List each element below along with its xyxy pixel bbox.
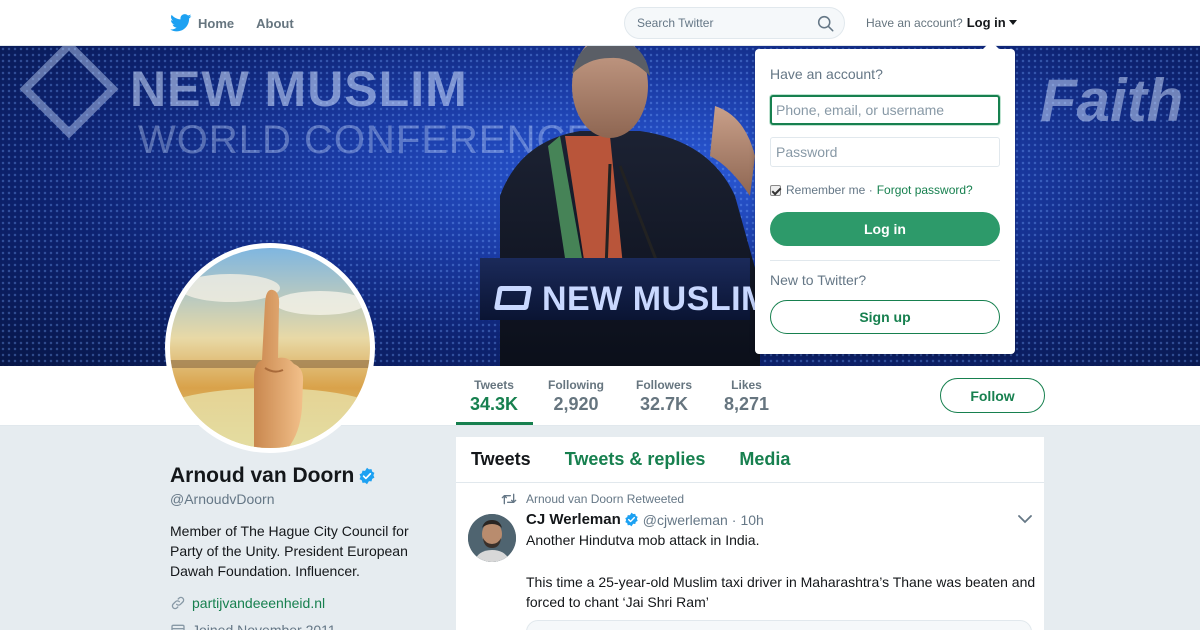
stat-likes[interactable]: Likes 8,271 [724, 378, 769, 415]
retweet-context: Arnoud van Doorn Retweeted [501, 491, 1029, 507]
signup-button[interactable]: Sign up [770, 300, 1000, 334]
profile-website: partijvandeeenheid.nl [170, 595, 325, 611]
link-icon [171, 596, 185, 610]
timeline: Tweets Tweets & replies Media Arnoud van… [456, 437, 1044, 630]
tweet-separator: · [731, 511, 737, 528]
chevron-down-icon[interactable] [1018, 515, 1032, 524]
tweet-text-line-1: Another Hindutva mob attack in India. [526, 532, 760, 548]
top-navigation-bar: Home About Have an account? Log in [0, 0, 1200, 46]
follow-button[interactable]: Follow [940, 378, 1045, 413]
stat-value: 34.3K [470, 394, 519, 414]
search-input[interactable] [625, 8, 805, 38]
search-icon[interactable] [817, 15, 834, 32]
chevron-down-icon[interactable] [1008, 20, 1017, 25]
avatar[interactable] [165, 243, 375, 453]
dropdown-divider [770, 260, 1000, 261]
tweet-text-line-2: This time a 25-year-old Muslim taxi driv… [526, 574, 1036, 610]
timeline-tabs: Tweets Tweets & replies Media [456, 437, 1044, 483]
podium-text: NEW MUSLIM [542, 280, 770, 318]
stat-label: Tweets [474, 378, 514, 392]
profile-name: Arnoud van Doorn [170, 464, 376, 488]
about-link[interactable]: About [256, 16, 294, 31]
account-menu: Have an account? Log in [866, 15, 1017, 30]
avatar-image [170, 248, 370, 448]
tweet-media-card[interactable] [526, 620, 1032, 630]
tweet-header: CJ Werleman @cjwerleman · 10h [526, 511, 1029, 528]
stat-value: 2,920 [553, 394, 599, 414]
banner-watermark-title: NEW MUSLIM [130, 61, 468, 117]
stat-followers[interactable]: Followers 32.7K [636, 378, 692, 415]
login-button[interactable]: Log in [770, 212, 1000, 246]
author-photo [468, 514, 516, 562]
tweet-author-avatar[interactable] [468, 514, 516, 562]
home-label: Home [198, 15, 235, 31]
profile-joined: Joined November 2011 [170, 622, 336, 630]
tweet-paragraph-gap [526, 550, 1029, 570]
tweet-author-handle[interactable]: @cjwerleman [643, 512, 728, 528]
verified-badge-icon [625, 512, 638, 527]
stat-label: Likes [731, 378, 762, 392]
tweet[interactable]: Arnoud van Doorn Retweeted CJ Werleman @… [456, 483, 1044, 612]
forgot-password-link[interactable]: Forgot password? [877, 183, 973, 197]
stat-following[interactable]: Following 2,920 [548, 378, 604, 415]
password-field[interactable] [770, 137, 1000, 167]
tweet-timestamp[interactable]: 10h [740, 512, 763, 528]
profile-name-text: Arnoud van Doorn [170, 464, 355, 487]
calendar-icon [171, 624, 185, 630]
retweet-context-text[interactable]: Arnoud van Doorn Retweeted [526, 492, 684, 506]
stat-value: 32.7K [639, 394, 689, 414]
stat-value: 8,271 [724, 394, 770, 414]
tab-media[interactable]: Media [739, 449, 790, 470]
stat-label: Following [548, 378, 604, 392]
remember-me-checkbox[interactable] [770, 184, 781, 196]
account-prompt: Have an account? [866, 15, 963, 30]
tweet-author-name[interactable]: CJ Werleman [526, 511, 621, 528]
profile-joined-text: Joined November 2011 [192, 622, 336, 630]
login-dropdown-toggle[interactable]: Log in [967, 15, 1006, 30]
remember-me-row: Remember me · Forgot password? [770, 183, 973, 197]
home-link[interactable]: Home [170, 14, 234, 32]
remember-me-label[interactable]: Remember me · [786, 183, 873, 197]
active-stat-indicator [456, 422, 533, 425]
stat-tweets[interactable]: Tweets 34.3K [470, 378, 518, 415]
nav-left: Home About [170, 0, 316, 46]
search-box [624, 7, 845, 39]
retweet-icon [501, 493, 517, 505]
login-dropdown: Have an account? Remember me · Forgot pa… [755, 41, 1015, 354]
username-field[interactable] [770, 95, 1000, 125]
tab-tweets[interactable]: Tweets [471, 449, 531, 470]
tab-tweets-and-replies[interactable]: Tweets & replies [565, 449, 706, 470]
verified-badge-icon [359, 467, 375, 485]
banner-watermark-right: Faith [1040, 67, 1184, 134]
profile-bio: Member of The Hague City Council for Par… [170, 523, 409, 579]
twitter-bird-icon [170, 14, 192, 32]
new-to-twitter-text: New to Twitter? [770, 272, 867, 288]
about-label: About [256, 15, 294, 31]
profile-website-link[interactable]: partijvandeeenheid.nl [192, 595, 325, 611]
profile-handle: @ArnoudvDoorn [170, 491, 275, 507]
login-dropdown-title: Have an account? [770, 66, 883, 82]
stat-label: Followers [636, 378, 693, 392]
podium-logo-shape [493, 286, 533, 310]
